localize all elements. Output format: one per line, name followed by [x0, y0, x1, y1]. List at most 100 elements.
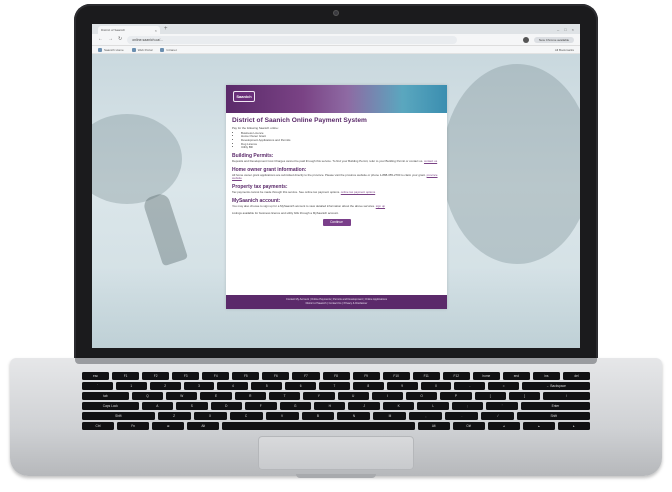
keyboard-key[interactable]: Alt — [187, 422, 220, 430]
keyboard-key[interactable]: home — [472, 372, 500, 380]
keyboard-key[interactable]: F — [245, 402, 277, 410]
trackpad[interactable] — [258, 436, 414, 470]
keyboard-key[interactable]: Shift — [82, 412, 155, 420]
keyboard-key[interactable]: U — [337, 392, 369, 400]
keyboard-key[interactable]: ← Backspace — [522, 382, 591, 390]
keyboard-key[interactable]: 4 — [217, 382, 249, 390]
section-link[interactable]: online tax payment options — [341, 190, 375, 194]
keyboard-key[interactable]: Y — [303, 392, 335, 400]
keyboard-key[interactable]: B — [301, 412, 335, 420]
keyboard-key[interactable]: esc — [82, 372, 110, 380]
keyboard-key[interactable]: ` — [82, 382, 113, 390]
keyboard-key[interactable]: 1 — [115, 382, 147, 390]
keyboard-key[interactable]: F9 — [352, 372, 380, 380]
keyboard-key[interactable]: ▴ — [522, 422, 555, 430]
keyboard-key[interactable]: F4 — [202, 372, 230, 380]
keyboard-key[interactable]: end — [502, 372, 530, 380]
new-tab-icon[interactable]: + — [164, 26, 168, 32]
keyboard-key[interactable]: J — [348, 402, 380, 410]
keyboard-key[interactable]: F7 — [292, 372, 320, 380]
keyboard-key[interactable]: R — [234, 392, 266, 400]
bookmark-item[interactable]: Intranet — [160, 47, 177, 52]
keyboard-key[interactable]: Alt — [417, 422, 450, 430]
continue-button[interactable]: Continue — [322, 218, 351, 226]
keyboard-key[interactable]: = — [488, 382, 520, 390]
keyboard-key[interactable]: N — [337, 412, 371, 420]
profile-avatar[interactable] — [523, 36, 529, 43]
keyboard-key[interactable]: F8 — [322, 372, 350, 380]
keyboard-key[interactable]: . — [445, 412, 479, 420]
keyboard-key[interactable]: ' — [486, 402, 518, 410]
bookmark-item[interactable]: Saanich Home — [98, 47, 124, 52]
keyboard-key[interactable]: 0 — [420, 382, 452, 390]
keyboard-key[interactable]: 2 — [149, 382, 181, 390]
keyboard-key[interactable]: [ — [474, 392, 506, 400]
keyboard-key[interactable]: ] — [508, 392, 541, 400]
keyboard-key[interactable]: \ — [543, 392, 590, 400]
keyboard-key[interactable]: Q — [131, 392, 164, 400]
keyboard-key[interactable]: M — [373, 412, 407, 420]
keyboard-key[interactable]: V — [265, 412, 299, 420]
reload-icon[interactable]: ↻ — [118, 37, 122, 42]
keyboard-key[interactable]: I — [371, 392, 404, 400]
keyboard-key[interactable]: C — [229, 412, 263, 420]
keyboard-key[interactable]: Ctrl — [452, 422, 485, 430]
keyboard-key[interactable]: F6 — [262, 372, 290, 380]
keyboard-key[interactable]: H — [313, 402, 346, 410]
address-bar[interactable]: online.saanich.ca/... — [127, 35, 458, 44]
close-window-icon[interactable]: × — [572, 27, 574, 32]
keyboard-key[interactable]: ins — [532, 372, 560, 380]
keyboard-key[interactable]: Enter — [520, 402, 591, 410]
keyboard-key[interactable]: - — [454, 382, 486, 390]
keyboard-key[interactable]: X — [193, 412, 227, 420]
bookmark-item[interactable]: Web Portal — [131, 47, 152, 52]
keyboard-key[interactable]: 7 — [319, 382, 350, 390]
spacebar-key[interactable] — [222, 422, 415, 430]
keyboard-key[interactable]: O — [406, 392, 438, 400]
minimize-icon[interactable]: – — [557, 27, 559, 32]
forward-icon[interactable]: → — [108, 37, 113, 42]
keyboard-key[interactable]: P — [440, 392, 472, 400]
all-bookmarks[interactable]: All Bookmarks — [555, 48, 580, 52]
keyboard-key[interactable]: A — [141, 402, 174, 410]
keyboard-key[interactable]: T — [268, 392, 301, 400]
keyboard-key[interactable]: Shift — [517, 412, 590, 420]
keyboard-key[interactable]: 9 — [386, 382, 418, 390]
keyboard-key[interactable]: K — [382, 402, 415, 410]
keyboard-key[interactable]: E — [200, 392, 232, 400]
keyboard-key[interactable]: F2 — [142, 372, 170, 380]
keyboard-key[interactable]: S — [176, 402, 208, 410]
keyboard-key[interactable]: ; — [451, 402, 484, 410]
keyboard-key[interactable]: F11 — [412, 372, 440, 380]
keyboard-key[interactable]: 8 — [352, 382, 384, 390]
keyboard-key[interactable]: ◂ — [487, 422, 520, 430]
tab-close-icon[interactable]: × — [155, 28, 157, 33]
update-pill[interactable]: New Chrome available — [534, 36, 574, 43]
keyboard-key[interactable]: F5 — [232, 372, 260, 380]
keyboard-key[interactable]: D — [210, 402, 243, 410]
back-icon[interactable]: ← — [98, 37, 103, 42]
keyboard-key[interactable]: 3 — [183, 382, 215, 390]
keyboard-key[interactable]: Z — [157, 412, 191, 420]
keyboard-key[interactable]: Caps Lock — [82, 402, 139, 410]
section-link[interactable]: contact us — [424, 159, 437, 163]
keyboard-key[interactable]: ▸ — [557, 422, 590, 430]
keyboard-key[interactable]: W — [166, 392, 198, 400]
keyboard-key[interactable]: F3 — [172, 372, 200, 380]
keyboard-key[interactable]: ⊞ — [152, 422, 185, 430]
keyboard-key[interactable]: Ctrl — [82, 422, 115, 430]
browser-tab[interactable]: District of Saanich × — [98, 26, 160, 34]
keyboard-key[interactable]: tab — [82, 392, 129, 400]
keyboard-key[interactable]: 6 — [285, 382, 317, 390]
keyboard-key[interactable]: Fn — [117, 422, 150, 430]
keyboard-key[interactable]: F12 — [442, 372, 470, 380]
keyboard-key[interactable]: F1 — [112, 372, 140, 380]
keyboard-key[interactable]: L — [417, 402, 449, 410]
maximize-icon[interactable]: □ — [564, 27, 566, 32]
footer-links[interactable]: District of Saanich | Contact Us | Priva… — [226, 302, 447, 306]
keyboard-key[interactable]: del — [563, 372, 591, 380]
keyboard-key[interactable]: F10 — [382, 372, 410, 380]
keyboard-key[interactable]: / — [481, 412, 515, 420]
keyboard-key[interactable]: 5 — [251, 382, 283, 390]
saanich-logo[interactable]: Saanich — [233, 91, 255, 102]
